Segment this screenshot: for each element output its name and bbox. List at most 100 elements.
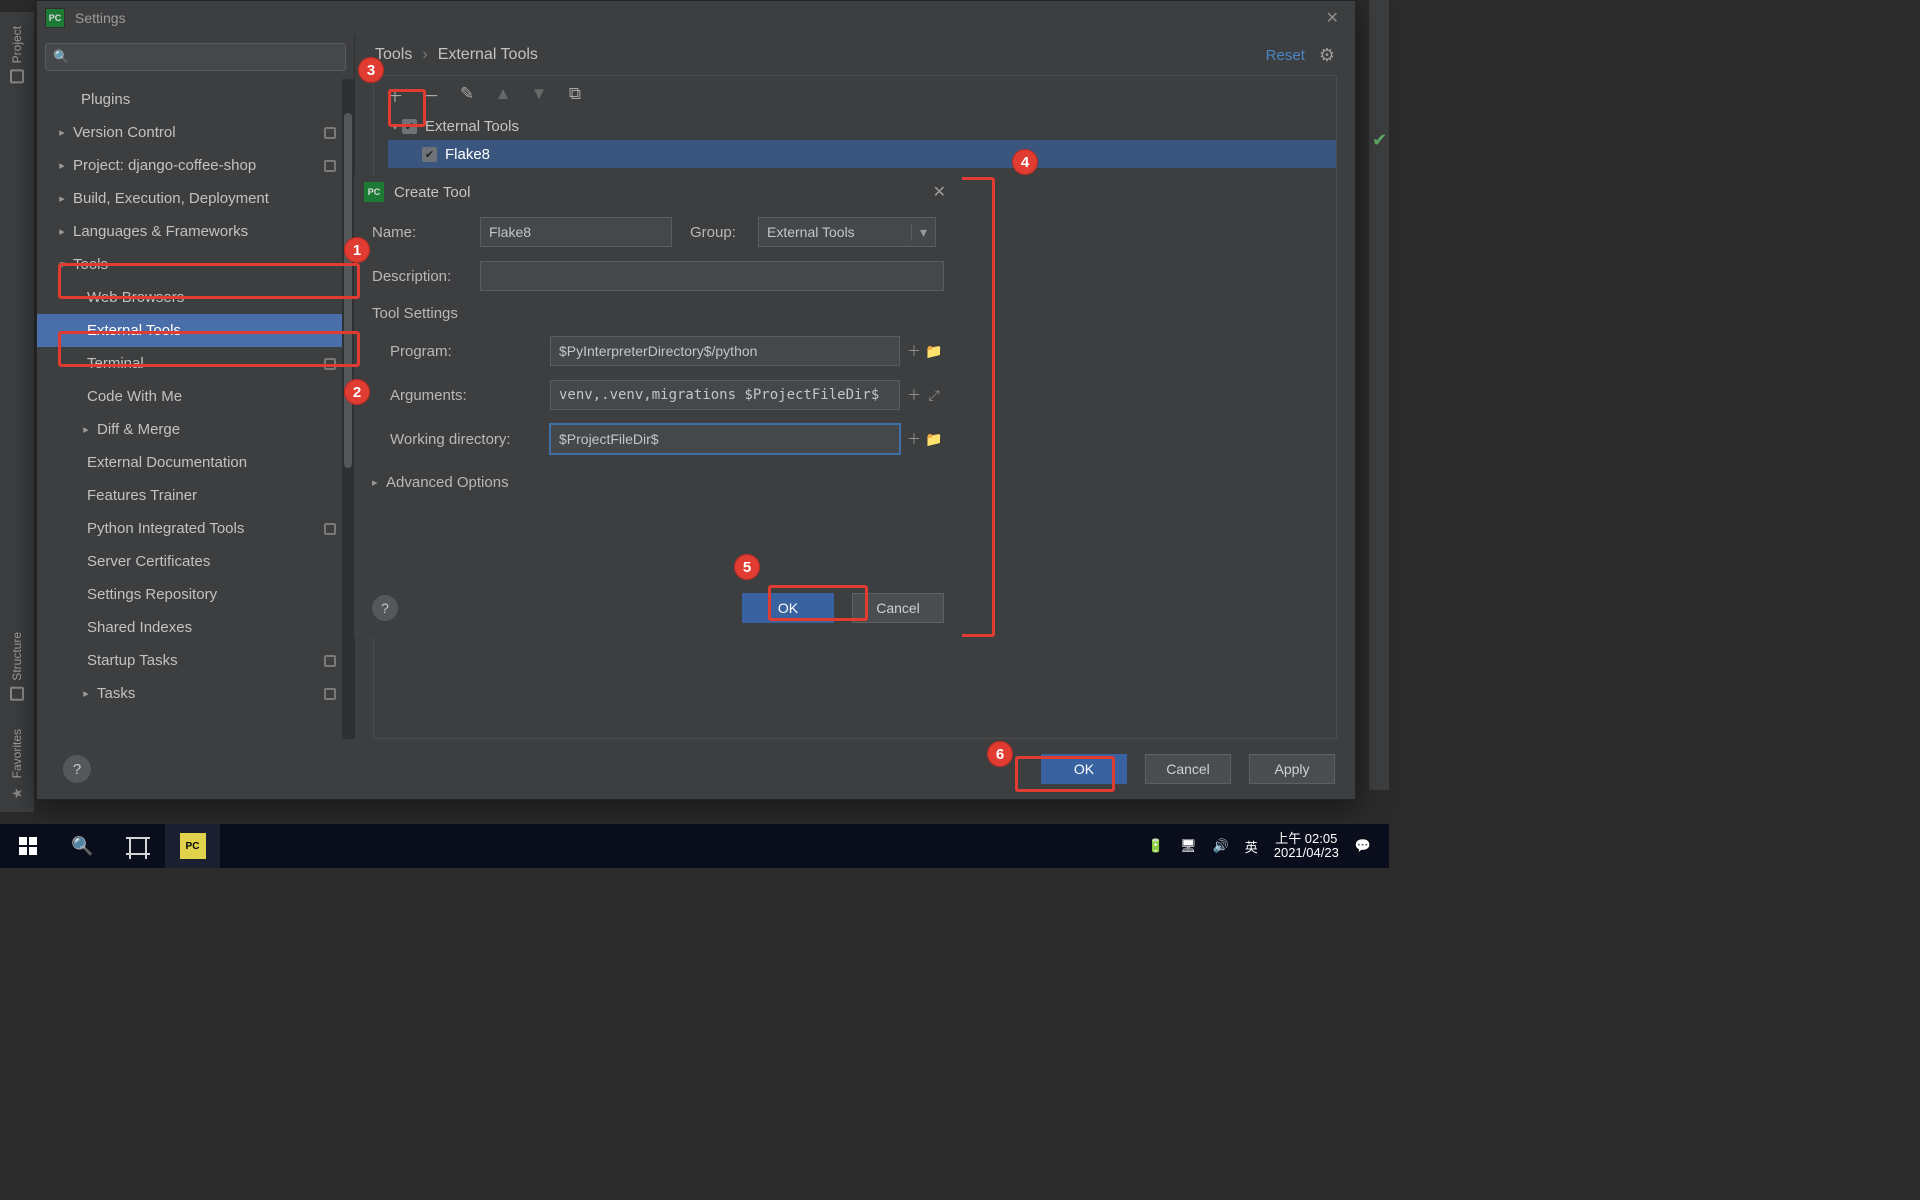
app-icon: PC bbox=[364, 182, 384, 202]
description-input[interactable] bbox=[480, 261, 944, 291]
windows-taskbar[interactable]: 🔍 PC 🔋 🖥 🔊 英 上午 02:05 2021/04/23 💬 bbox=[0, 824, 1389, 868]
expand-icon[interactable] bbox=[57, 192, 67, 205]
scope-project-icon bbox=[324, 655, 336, 667]
program-input[interactable] bbox=[550, 336, 900, 366]
tree-tasks[interactable]: Tasks bbox=[37, 677, 354, 710]
tree-python-integrated[interactable]: Python Integrated Tools bbox=[37, 512, 354, 545]
group-label: Group: bbox=[690, 224, 758, 241]
tree-version-control[interactable]: Version Control bbox=[37, 116, 354, 149]
copy-button[interactable]: ⧉ bbox=[564, 83, 586, 105]
inspection-ok-icon: ✔ bbox=[1372, 130, 1387, 151]
insert-macro-icon[interactable]: ＋ bbox=[904, 429, 924, 449]
settings-footer: ? OK Cancel Apply bbox=[37, 739, 1355, 799]
expand-icon[interactable] bbox=[57, 126, 67, 139]
clock-date: 2021/04/23 bbox=[1274, 846, 1339, 860]
tools-tree[interactable]: ▾ ✔ External Tools ✔ Flake8 bbox=[374, 112, 1336, 168]
browse-icon[interactable]: 📁 bbox=[924, 431, 944, 448]
chevron-down-icon: ▾ bbox=[911, 224, 927, 241]
group-select[interactable]: External Tools ▾ bbox=[758, 217, 936, 247]
group-value: External Tools bbox=[767, 224, 855, 240]
tools-toolbar: ＋ － ✎ ▲ ▼ ⧉ bbox=[374, 76, 1336, 112]
rail-favorites[interactable]: ★Favorites bbox=[6, 715, 28, 812]
tree-shared-indexes[interactable]: Shared Indexes bbox=[37, 611, 354, 644]
browse-icon[interactable]: 📁 bbox=[924, 343, 944, 360]
close-icon[interactable]: ✕ bbox=[1318, 8, 1347, 28]
insert-macro-icon[interactable]: ＋ bbox=[904, 385, 924, 405]
dialog-title: Create Tool bbox=[394, 184, 470, 201]
search-icon: 🔍 bbox=[53, 49, 67, 63]
rail-project[interactable]: Project bbox=[6, 12, 28, 97]
move-up-button[interactable]: ▲ bbox=[492, 83, 514, 105]
checkbox-checked-icon[interactable]: ✔ bbox=[422, 147, 437, 162]
annotation-badge: 6 bbox=[987, 741, 1013, 767]
tools-group-label: External Tools bbox=[425, 118, 519, 135]
cancel-button[interactable]: Cancel bbox=[1145, 754, 1231, 784]
ide-right-gutter: ✔ bbox=[1369, 0, 1389, 790]
name-input[interactable] bbox=[480, 217, 672, 247]
tree-build[interactable]: Build, Execution, Deployment bbox=[37, 182, 354, 215]
workdir-label: Working directory: bbox=[390, 431, 550, 448]
tree-server-certs[interactable]: Server Certificates bbox=[37, 545, 354, 578]
ide-left-rail: Project Structure ★Favorites bbox=[0, 12, 34, 812]
annotation-box-1 bbox=[58, 263, 360, 299]
move-down-button[interactable]: ▼ bbox=[528, 83, 550, 105]
expand-icon[interactable] bbox=[57, 225, 67, 238]
chevron-right-icon: › bbox=[412, 46, 437, 64]
expand-icon[interactable] bbox=[57, 159, 67, 172]
windows-icon bbox=[19, 837, 37, 855]
tools-group-row[interactable]: ▾ ✔ External Tools bbox=[388, 112, 1336, 140]
name-label: Name: bbox=[372, 224, 480, 241]
tray-clock[interactable]: 上午 02:05 2021/04/23 bbox=[1274, 832, 1339, 861]
settings-tree[interactable]: Plugins Version Control Project: django-… bbox=[37, 79, 354, 739]
scope-project-icon bbox=[324, 688, 336, 700]
taskbar-pycharm[interactable]: PC bbox=[165, 824, 220, 868]
app-icon: PC bbox=[45, 8, 65, 28]
workdir-input[interactable] bbox=[550, 424, 900, 454]
dialog-help-button[interactable]: ? bbox=[372, 595, 398, 621]
settings-search-input[interactable] bbox=[45, 43, 346, 71]
tree-code-with-me[interactable]: Code With Me bbox=[37, 380, 354, 413]
arguments-input[interactable] bbox=[550, 380, 900, 410]
annotation-badge: 3 bbox=[358, 57, 384, 83]
tree-startup-tasks[interactable]: Startup Tasks bbox=[37, 644, 354, 677]
apply-button[interactable]: Apply bbox=[1249, 754, 1335, 784]
taskbar-taskview[interactable] bbox=[110, 824, 165, 868]
tree-settings-repo[interactable]: Settings Repository bbox=[37, 578, 354, 611]
annotation-box-6 bbox=[1015, 756, 1115, 792]
help-button[interactable]: ? bbox=[63, 755, 91, 783]
annotation-box-3 bbox=[388, 89, 426, 127]
sidebar-scrollbar[interactable] bbox=[342, 79, 354, 739]
reset-link[interactable]: Reset bbox=[1266, 47, 1305, 64]
rail-structure[interactable]: Structure bbox=[6, 618, 28, 715]
expand-icon[interactable] bbox=[81, 423, 91, 436]
insert-macro-icon[interactable]: ＋ bbox=[904, 341, 924, 361]
tray-battery-icon[interactable]: 🔋 bbox=[1148, 838, 1164, 854]
expand-icon[interactable] bbox=[81, 687, 91, 700]
expand-field-icon[interactable]: ⤢ bbox=[924, 387, 944, 404]
gear-icon[interactable]: ⚙ bbox=[1319, 45, 1335, 66]
tray-notifications-icon[interactable]: 💬 bbox=[1355, 838, 1371, 854]
tools-item-row[interactable]: ✔ Flake8 bbox=[388, 140, 1336, 168]
tree-plugins[interactable]: Plugins bbox=[37, 83, 354, 116]
breadcrumb: Tools › External Tools Reset ⚙ bbox=[355, 35, 1355, 75]
clock-time: 上午 02:05 bbox=[1274, 832, 1339, 846]
start-button[interactable] bbox=[0, 824, 55, 868]
tree-diff-merge[interactable]: Diff & Merge bbox=[37, 413, 354, 446]
breadcrumb-leaf: External Tools bbox=[438, 46, 538, 64]
edit-button[interactable]: ✎ bbox=[456, 83, 478, 105]
tray-network-icon[interactable]: 🖥 bbox=[1180, 838, 1197, 854]
tray-volume-icon[interactable]: 🔊 bbox=[1213, 838, 1229, 854]
advanced-options-toggle[interactable]: ▸ Advanced Options bbox=[372, 468, 944, 505]
scope-project-icon bbox=[324, 160, 336, 172]
taskbar-search[interactable]: 🔍 bbox=[55, 824, 110, 868]
tree-features-trainer[interactable]: Features Trainer bbox=[37, 479, 354, 512]
advanced-options-label: Advanced Options bbox=[386, 474, 509, 491]
chevron-right-icon: ▸ bbox=[372, 476, 386, 489]
rail-project-label: Project bbox=[10, 26, 24, 63]
dialog-close-icon[interactable]: ✕ bbox=[927, 182, 952, 202]
tree-langfw[interactable]: Languages & Frameworks bbox=[37, 215, 354, 248]
arguments-label: Arguments: bbox=[390, 387, 550, 404]
tray-ime[interactable]: 英 bbox=[1245, 837, 1258, 856]
tree-external-doc[interactable]: External Documentation bbox=[37, 446, 354, 479]
tree-project[interactable]: Project: django-coffee-shop bbox=[37, 149, 354, 182]
